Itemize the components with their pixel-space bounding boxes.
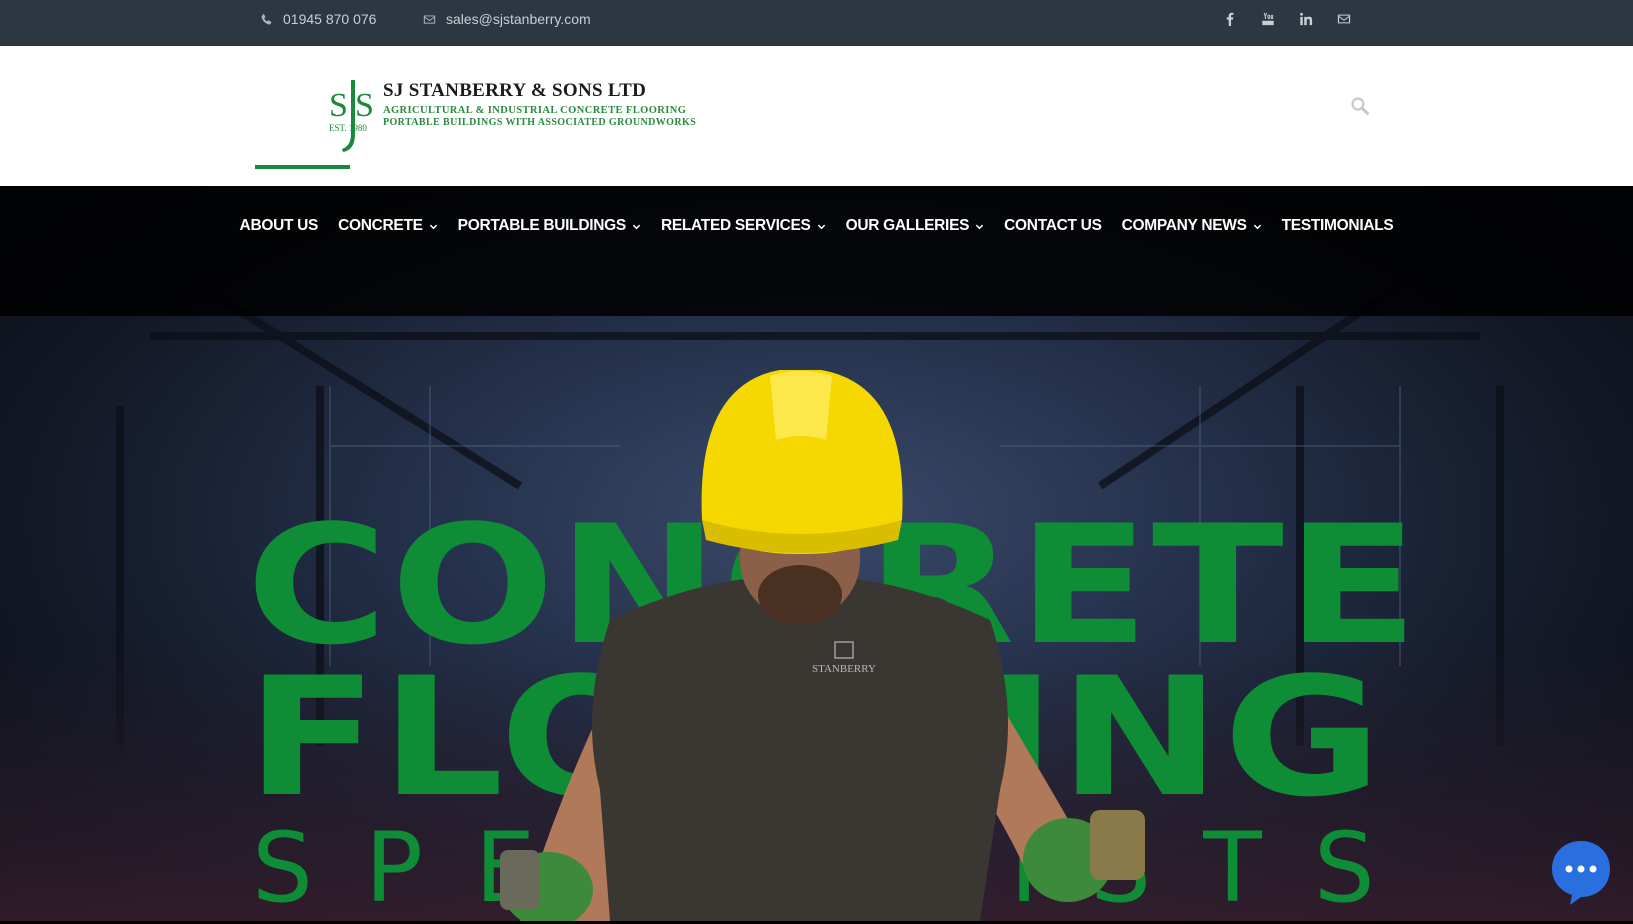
nav-concrete[interactable]: CONCRETE	[328, 217, 448, 235]
nav-label: RELATED SERVICES	[660, 217, 811, 234]
logo-est-text: EST. 1980	[329, 123, 367, 133]
youtube-icon[interactable]	[1261, 12, 1275, 26]
phone-icon	[261, 13, 272, 25]
site-header: S S EST. 1980 SJ STANBERRY & SONS LTD AG…	[0, 46, 1633, 186]
company-name: SJ STANBERRY & SONS LTD	[383, 80, 647, 101]
logo-tagline-1: AGRICULTURAL & INDUSTRIAL CONCRETE FLOOR…	[383, 105, 687, 116]
sjs-monogram-logo: S S EST. 1980	[329, 80, 374, 152]
phone-number: 01945 870 076	[283, 11, 377, 27]
chevron-down-icon	[975, 224, 984, 229]
worker-with-hard-hat-image: STANBERRY	[500, 370, 1145, 921]
nav-company-news[interactable]: COMPANY NEWS	[1112, 217, 1272, 235]
nav-label: COMPANY NEWS	[1121, 217, 1247, 234]
header-accent-bar	[255, 165, 350, 169]
top-bar: 01945 870 076 sales@sjstanberry.com	[0, 0, 1633, 46]
chevron-down-icon	[1253, 224, 1261, 229]
nav-label: TESTIMONIALS	[1281, 217, 1394, 234]
phone-contact[interactable]: 01945 870 076	[260, 0, 376, 38]
chevron-down-icon	[429, 224, 437, 229]
shirt-logo-text: STANBERRY	[812, 663, 876, 675]
nav-about-us[interactable]: ABOUT US	[230, 217, 329, 235]
email-address: sales@sjstanberry.com	[446, 11, 591, 27]
nav-testimonials[interactable]: TESTIMONIALS	[1272, 217, 1404, 235]
site-logo[interactable]: S S EST. 1980 SJ STANBERRY & SONS LTD AG…	[329, 76, 696, 154]
svg-text:S: S	[329, 87, 348, 124]
nav-label: CONCRETE	[338, 217, 423, 234]
main-nav: ABOUT US CONCRETE PORTABLE BUILDINGS REL…	[0, 186, 1633, 266]
nav-label: CONTACT US	[1004, 217, 1102, 234]
nav-label: ABOUT US	[239, 217, 319, 234]
mail-icon[interactable]	[1337, 12, 1351, 26]
facebook-icon[interactable]	[1223, 12, 1237, 26]
nav-label: PORTABLE BUILDINGS	[457, 217, 627, 234]
envelope-icon	[423, 14, 436, 24]
nav-our-galleries[interactable]: OUR GALLERIES	[836, 217, 995, 235]
svg-text:S: S	[355, 87, 374, 124]
chevron-down-icon	[817, 224, 825, 229]
linkedin-icon[interactable]	[1299, 12, 1313, 26]
search-icon[interactable]	[1350, 96, 1370, 116]
live-chat-button[interactable]	[1550, 839, 1612, 907]
email-contact[interactable]: sales@sjstanberry.com	[423, 0, 591, 38]
nav-contact-us[interactable]: CONTACT US	[994, 217, 1111, 235]
chevron-down-icon	[632, 224, 641, 229]
nav-label: OUR GALLERIES	[845, 217, 970, 234]
logo-tagline-2: PORTABLE BUILDINGS WITH ASSOCIATED GROUN…	[383, 117, 697, 128]
social-links	[1223, 0, 1351, 38]
nav-portable-buildings[interactable]: PORTABLE BUILDINGS	[448, 217, 651, 235]
nav-related-services[interactable]: RELATED SERVICES	[651, 217, 836, 235]
